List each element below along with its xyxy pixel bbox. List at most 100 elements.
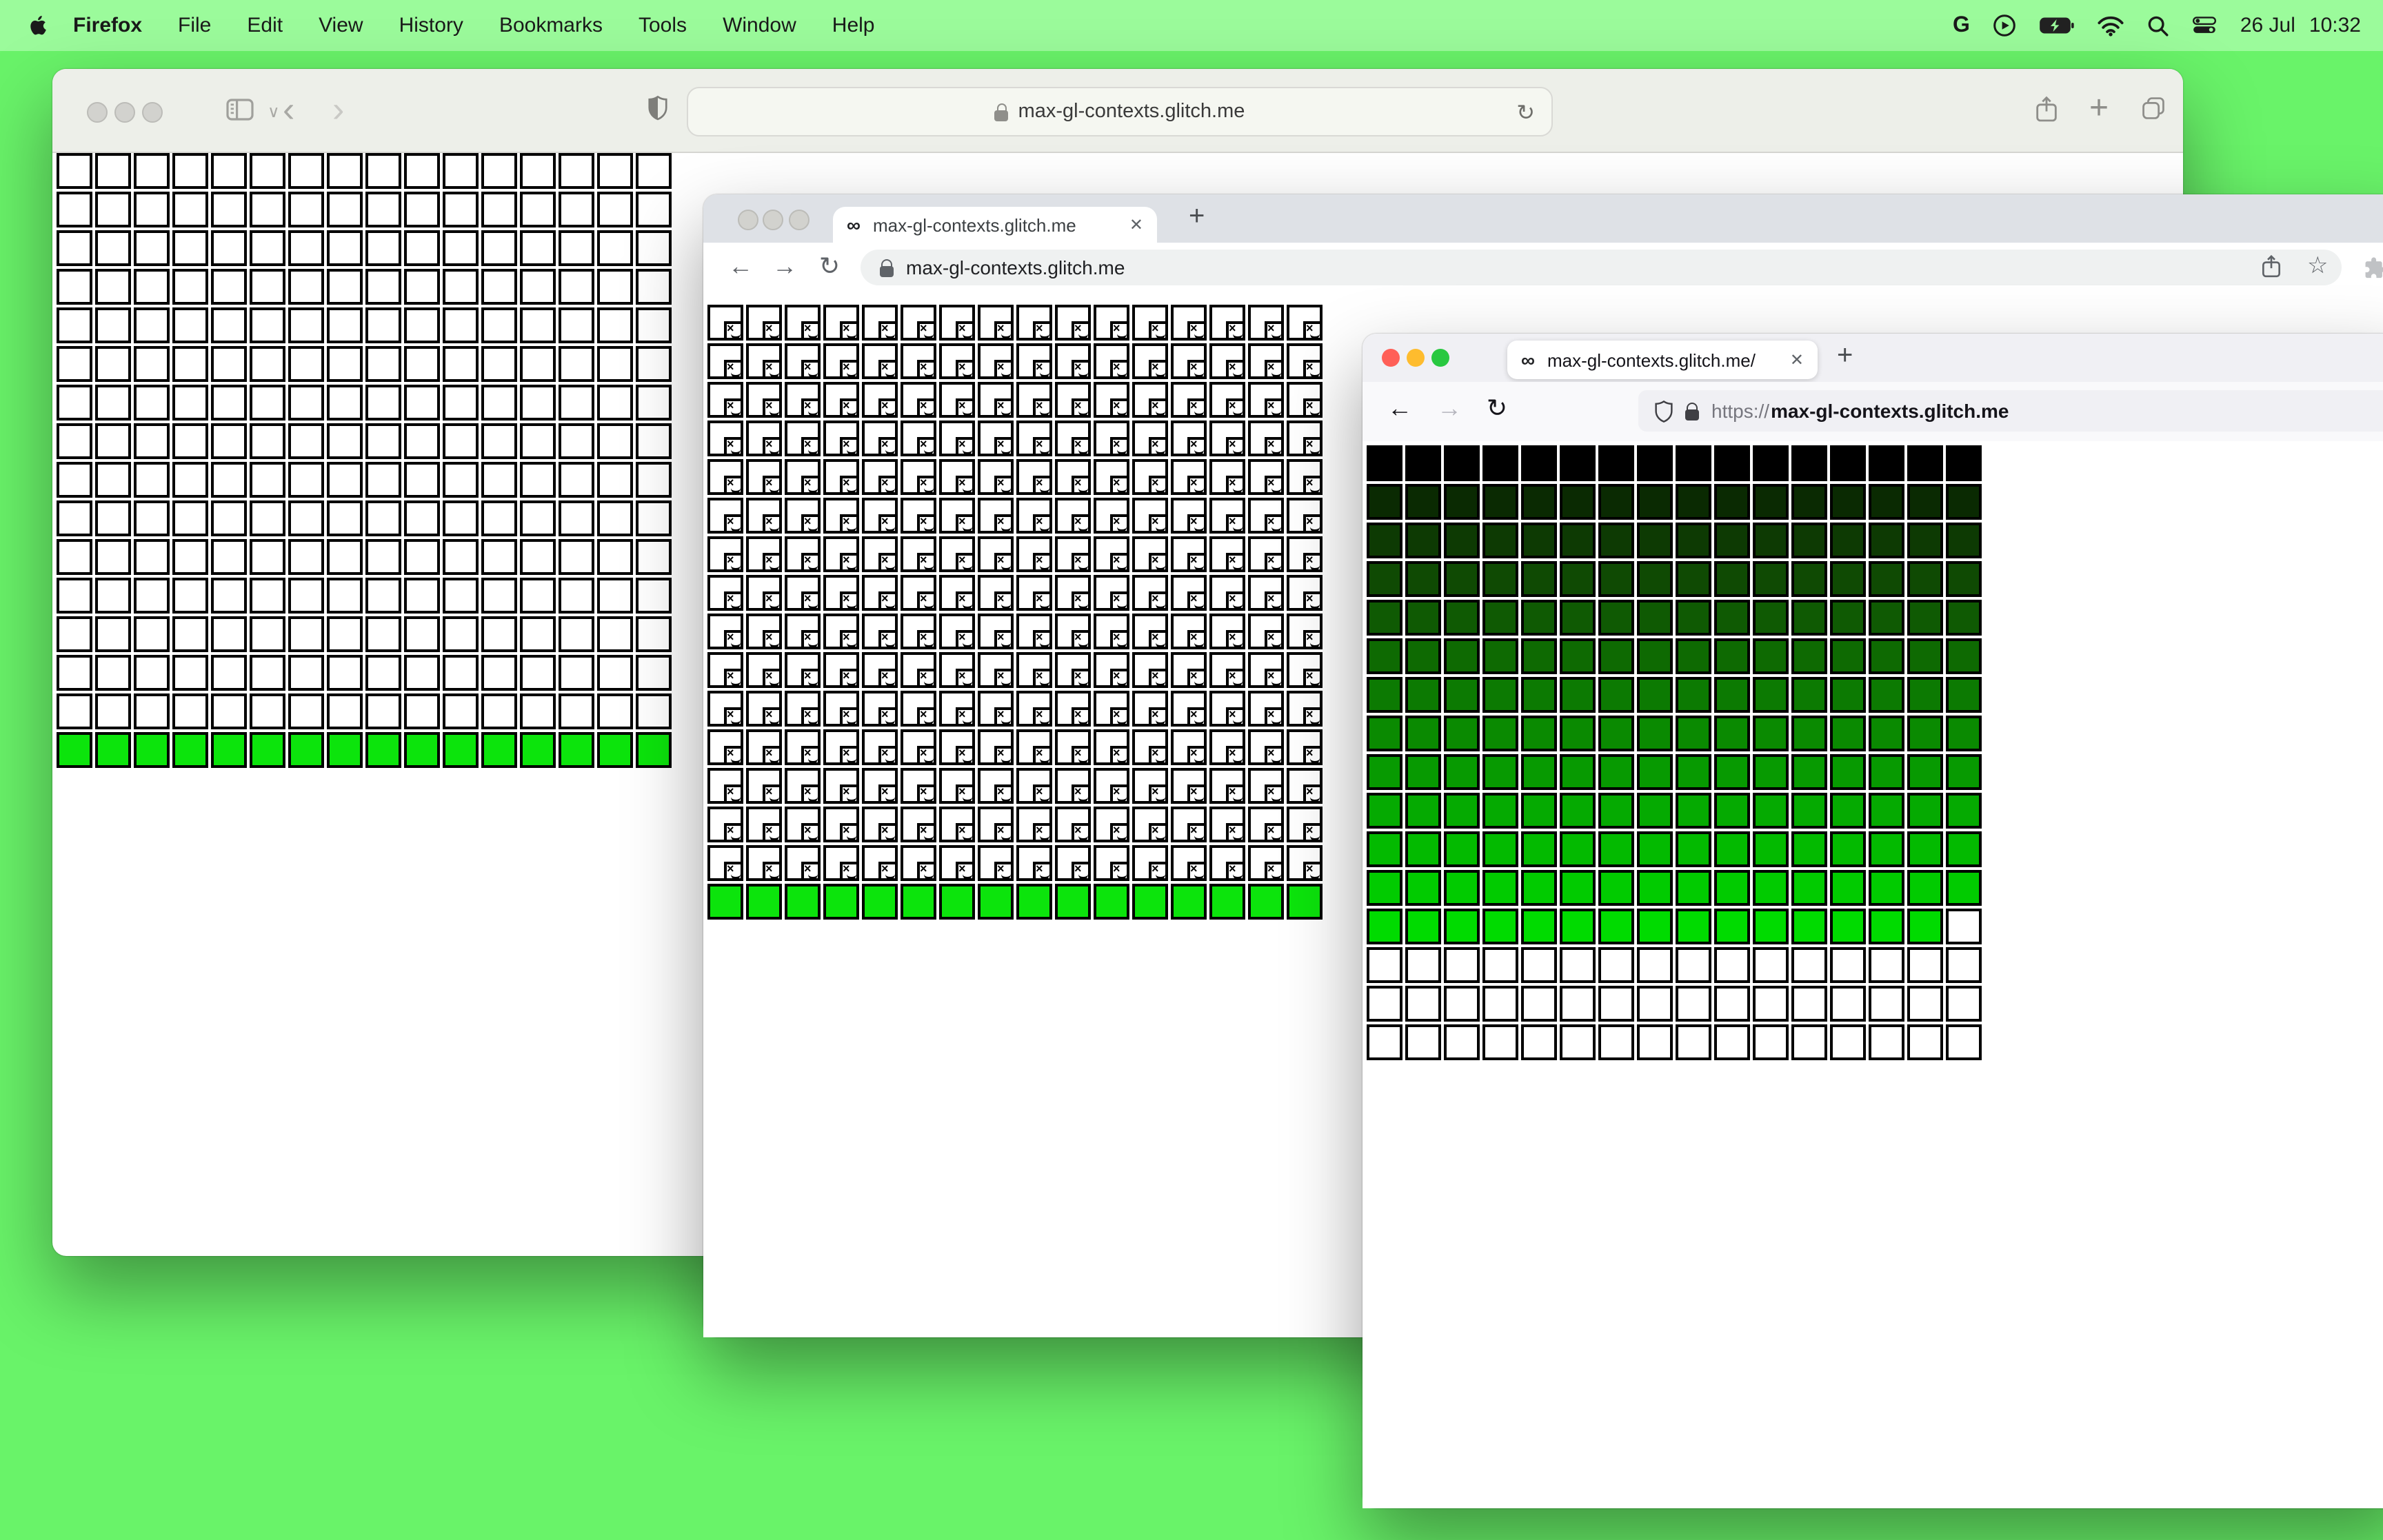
share-icon[interactable]	[2035, 95, 2058, 123]
sidebar-icon[interactable]	[226, 98, 254, 121]
broken-image-icon: ×	[840, 746, 859, 765]
grid-row: × × × × × × × × × × × × × × × ×	[706, 689, 1324, 728]
grid-cell	[443, 616, 479, 652]
wifi-icon[interactable]	[2098, 14, 2124, 37]
menu-bar-clock[interactable]: 26 Jul 10:32	[2240, 14, 2361, 37]
grid-cell	[636, 693, 672, 729]
broken-image-curve	[808, 791, 818, 802]
grid-cell	[1753, 561, 1789, 597]
grid-cell: ×	[1248, 691, 1284, 727]
broken-image-icon: ×	[1265, 360, 1284, 379]
minimize-button[interactable]	[763, 210, 783, 230]
grid-cell	[443, 192, 479, 227]
broken-image-curve	[808, 676, 818, 687]
menu-history[interactable]: History	[381, 14, 481, 37]
menu-edit[interactable]: Edit	[229, 14, 301, 37]
broken-image-icon: ×	[1303, 437, 1323, 456]
firefox-tab[interactable]: ∞ max-gl-contexts.glitch.me/ ✕	[1507, 341, 1818, 379]
grid-cell	[211, 616, 247, 652]
broken-image-icon: ×	[917, 437, 936, 456]
back-button[interactable]: ←	[1387, 394, 1412, 423]
zoom-button[interactable]	[1431, 349, 1449, 367]
grid-cell	[365, 423, 401, 459]
firefox-url-field[interactable]: https:// max-gl-contexts.glitch.me	[1638, 390, 2383, 432]
menu-file[interactable]: File	[160, 14, 229, 37]
new-tab-button[interactable]: +	[1189, 201, 1205, 233]
back-button[interactable]: ‹	[283, 91, 294, 127]
broken-image-icon: ×	[878, 360, 898, 379]
new-tab-button[interactable]: +	[1837, 341, 1853, 372]
apple-menu-icon[interactable]	[28, 12, 51, 39]
new-tab-icon[interactable]: +	[2089, 90, 2109, 128]
grid-row	[55, 499, 673, 538]
grid-cell	[172, 385, 208, 421]
grid-cell	[520, 307, 556, 343]
broken-image-curve	[1040, 676, 1049, 687]
broken-image-icon: ×	[1187, 784, 1207, 804]
broken-image-icon: ×	[724, 823, 743, 842]
grid-cell: ×	[1016, 652, 1052, 688]
forward-button[interactable]: ›	[332, 91, 344, 127]
grid-cell	[211, 423, 247, 459]
close-button[interactable]	[1382, 349, 1400, 367]
grid-cell: ×	[785, 421, 821, 456]
tab-overview-icon[interactable]	[2142, 97, 2165, 120]
tracking-shield-icon[interactable]	[1655, 399, 1673, 423]
grid-cell	[1367, 677, 1402, 713]
menu-firefox[interactable]: Firefox	[51, 14, 160, 37]
forward-button[interactable]: →	[772, 252, 797, 281]
search-icon[interactable]	[2148, 14, 2170, 37]
chrome-tab[interactable]: ∞ max-gl-contexts.glitch.me ✕	[833, 207, 1157, 243]
control-center-icon[interactable]	[2193, 17, 2217, 34]
battery-icon[interactable]	[2040, 17, 2075, 34]
grid-cell	[288, 462, 324, 498]
play-circle-icon[interactable]	[1993, 14, 2017, 37]
grid-cell	[1444, 677, 1480, 713]
back-button[interactable]: ←	[728, 252, 753, 281]
close-button[interactable]	[87, 102, 108, 123]
minimize-button[interactable]	[1407, 349, 1425, 367]
grid-cell	[1637, 561, 1673, 597]
grid-cell	[211, 462, 247, 498]
grid-cell: ×	[978, 343, 1014, 379]
grid-cell: ×	[978, 305, 1014, 341]
broken-image-icon: ×	[1226, 553, 1245, 572]
menu-help[interactable]: Help	[814, 14, 893, 37]
extensions-puzzle-icon[interactable]	[2364, 256, 2383, 280]
menu-window[interactable]: Window	[705, 14, 814, 37]
chrome-url-field[interactable]: max-gl-contexts.glitch.me	[861, 250, 2342, 285]
menu-tools[interactable]: Tools	[621, 14, 705, 37]
grid-cell: ×	[1287, 343, 1323, 379]
lock-icon[interactable]	[1685, 402, 1699, 420]
grid-cell	[520, 192, 556, 227]
broken-image-curve	[847, 598, 856, 609]
tab-close-icon[interactable]: ✕	[1129, 215, 1143, 234]
share-icon[interactable]	[2262, 254, 2281, 278]
grid-cell: ×	[1132, 614, 1168, 649]
refresh-icon[interactable]: ↻	[819, 252, 840, 281]
grid-cell: ×	[1209, 652, 1245, 688]
broken-image-icon: ×	[917, 553, 936, 572]
broken-image-icon: ×	[917, 630, 936, 649]
refresh-icon[interactable]: ↻	[1516, 99, 1535, 127]
grid-cell: ×	[707, 575, 743, 611]
tab-close-icon[interactable]: ✕	[1790, 350, 1804, 369]
menu-view[interactable]: View	[301, 14, 381, 37]
close-button[interactable]	[738, 210, 758, 230]
grid-cell: ×	[939, 768, 975, 804]
grid-cell: ×	[1055, 807, 1091, 842]
grid-cell	[211, 578, 247, 614]
shield-icon[interactable]	[648, 95, 667, 121]
menu-bookmarks[interactable]: Bookmarks	[481, 14, 621, 37]
minimize-button[interactable]	[114, 102, 135, 123]
zoom-button[interactable]	[789, 210, 810, 230]
safari-url-field[interactable]: max-gl-contexts.glitch.me ↻	[687, 87, 1553, 136]
google-icon[interactable]: G	[1953, 13, 1970, 38]
refresh-icon[interactable]: ↻	[1487, 394, 1507, 423]
forward-button[interactable]: →	[1437, 394, 1462, 423]
chevron-down-icon[interactable]: ∨	[268, 102, 280, 121]
bookmark-star-icon[interactable]: ☆	[2307, 252, 2329, 280]
zoom-button[interactable]	[142, 102, 163, 123]
grid-cell	[1907, 909, 1943, 944]
grid-cell	[559, 539, 594, 575]
